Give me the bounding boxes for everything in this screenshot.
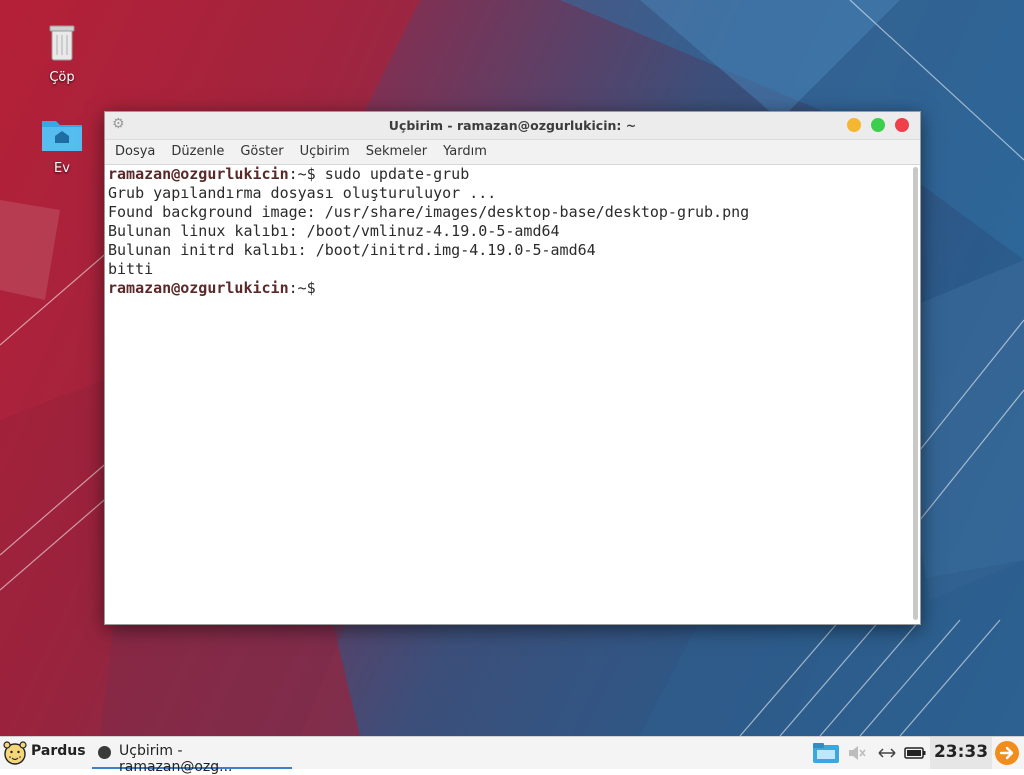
menu-view[interactable]: Göster [232,140,291,164]
command-text: sudo update-grub [324,165,470,183]
trash-icon [22,22,102,66]
menu-file[interactable]: Dosya [105,140,163,164]
clock[interactable]: 23:33 [930,737,992,769]
menu-edit[interactable]: Düzenle [163,140,232,164]
taskbar: Pardus Uçbirim - ramazan@ozg... 23:33 [0,736,1024,775]
output-line: Bulunan linux kalıbı: /boot/vmlinuz-4.19… [108,222,560,240]
volume-muted-icon[interactable] [846,737,868,769]
network-icon[interactable] [876,737,898,769]
menu-tabs[interactable]: Sekmeler [358,140,435,164]
menu-bar: Dosya Düzenle Göster Uçbirim Sekmeler Yardım [105,140,920,165]
output-line: Bulunan initrd kalıbı: /boot/initrd.img-… [108,241,596,259]
output-line: Found background image: /usr/share/image… [108,203,750,221]
file-manager-icon[interactable] [811,737,841,769]
pardus-logo-icon [2,740,28,770]
desktop-icon-label: Çöp [49,70,75,85]
arrow-right-icon [999,746,1014,760]
desktop-icon-home[interactable]: Ev [22,115,102,176]
taskbar-item-label: Uçbirim - ramazan@ozg... [119,743,233,775]
close-button[interactable] [895,118,909,132]
scrollbar[interactable] [913,167,918,620]
minimize-button[interactable] [847,118,861,132]
prompt-suffix: :~$ [288,165,325,183]
terminal-output[interactable]: ramazan@ozgurlukicin:~$ sudo update-grub… [105,165,920,624]
start-menu-button[interactable]: Pardus [0,737,88,769]
maximize-button[interactable] [871,118,885,132]
desktop-icon-trash[interactable]: Çöp [22,22,102,85]
output-line: bitti [108,260,154,278]
prompt-user: ramazan@ozgurlukicin [108,165,289,183]
terminal-window[interactable]: ⚙ Uçbirim - ramazan@ozgurlukicin: ~ Dosy… [104,111,921,625]
logout-button[interactable] [995,741,1019,765]
window-title: Uçbirim - ramazan@ozgurlukicin: ~ [388,118,637,133]
command-line: ramazan@ozgurlukicin:~$ sudo update-grub [108,165,917,184]
prompt-suffix: :~$ [288,279,316,297]
battery-icon[interactable] [903,737,927,769]
terminal-app-icon [98,746,111,759]
start-label: Pardus [31,743,86,759]
prompt-user: ramazan@ozgurlukicin [108,279,289,297]
final-prompt-line: ramazan@ozgurlukicin:~$ [108,279,917,298]
output-line: Grub yapılandırma dosyası oluşturuluyor … [108,184,497,202]
home-folder-icon [22,115,102,157]
menu-terminal[interactable]: Uçbirim [292,140,358,164]
taskbar-item-terminal[interactable]: Uçbirim - ramazan@ozg... [92,737,292,775]
menu-help[interactable]: Yardım [435,140,495,164]
desktop-icon-label: Ev [54,161,70,176]
window-titlebar[interactable]: ⚙ Uçbirim - ramazan@ozgurlukicin: ~ [105,112,920,140]
